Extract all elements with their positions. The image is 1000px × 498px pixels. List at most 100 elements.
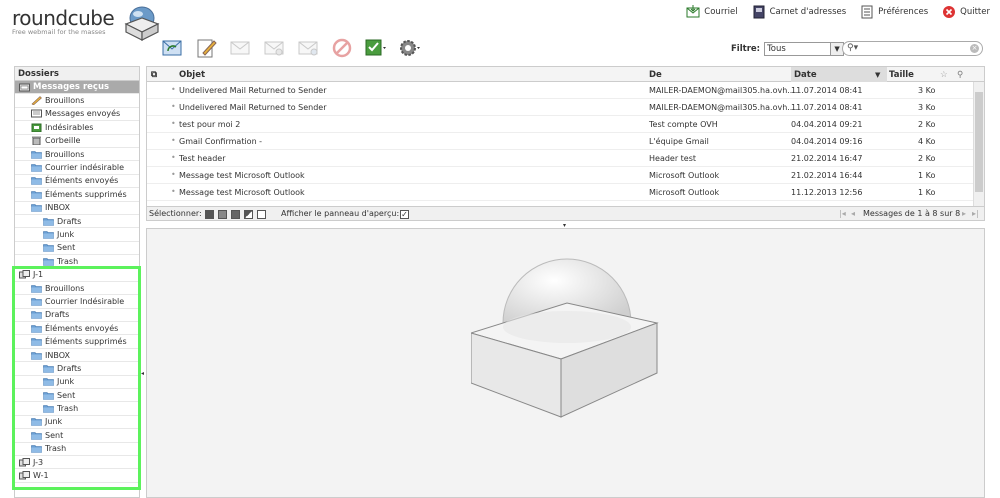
message-date: 11.07.2014 08:41 <box>791 86 863 95</box>
reply-button[interactable] <box>226 36 254 60</box>
folder-item[interactable]: Messages reçus <box>15 81 139 95</box>
folder-icon <box>43 230 57 239</box>
message-size: 3 Ko <box>918 86 936 95</box>
highlight-box <box>12 266 141 490</box>
scrollbar-thumb[interactable] <box>975 92 983 192</box>
message-row[interactable]: • Gmail Confirmation - L'équipe Gmail 04.04… <box>147 133 984 150</box>
column-subject[interactable]: Objet <box>179 70 205 80</box>
folder-item-label: Indésirables <box>45 122 94 132</box>
nav-preferences[interactable]: Préférences <box>860 5 928 19</box>
folder-item[interactable]: Sent <box>15 242 139 256</box>
message-from: MAILER-DAEMON@mail305.ha.ovh.... <box>649 86 798 95</box>
folder-list-title: Dossiers <box>15 67 139 81</box>
message-status-icon: • <box>171 136 176 145</box>
folder-item[interactable]: Corbeille <box>15 135 139 148</box>
filter-control: Filtre: Tous ▼ <box>731 42 845 56</box>
folder-item[interactable]: INBOX <box>15 202 139 215</box>
message-row[interactable]: • Message test Microsoft Outlook Microsoft… <box>147 167 984 184</box>
message-size: 1 Ko <box>918 188 936 197</box>
folder-item[interactable]: Indésirables <box>15 121 139 135</box>
message-status-icon: • <box>171 153 176 162</box>
prev-page-icon[interactable]: ◂ <box>851 209 855 218</box>
next-page-icon[interactable]: ▸ <box>962 209 966 218</box>
message-row[interactable]: • Test header Header test 21.02.2014 16:47 2… <box>147 150 984 167</box>
message-row[interactable]: • Message test Microsoft Outlook Microsoft… <box>147 184 984 201</box>
message-subject: Message test Microsoft Outlook <box>179 171 305 180</box>
message-rows: • Undelivered Mail Returned to Sender MAIL… <box>147 82 984 201</box>
search-icon[interactable]: ⚲▾ <box>847 43 858 53</box>
logout-icon <box>943 6 956 18</box>
list-options-icon[interactable]: ⧉ <box>151 70 157 80</box>
forward-icon <box>298 41 318 56</box>
folder-item-label: Brouillons <box>45 96 85 106</box>
forward-button[interactable] <box>294 36 322 60</box>
search-input[interactable]: ⚲▾ × <box>842 41 983 56</box>
nav-addressbook-label: Carnet d'adresses <box>769 7 847 17</box>
clear-search-icon[interactable]: × <box>970 44 979 53</box>
message-subject: test pour moi 2 <box>179 120 241 129</box>
preview-pane-checkbox[interactable]: ✓ <box>400 210 409 219</box>
folder-item[interactable]: Éléments supprimés <box>15 188 139 202</box>
folder-item-label: Drafts <box>57 216 82 226</box>
folder-item[interactable]: Éléments envoyés <box>15 175 139 189</box>
splitter-vertical-handle[interactable]: ◂ <box>141 370 144 377</box>
sent-icon <box>31 109 45 118</box>
folder-icon <box>31 190 45 199</box>
attachment-icon[interactable]: ⚲ <box>957 70 963 80</box>
preferences-icon <box>861 5 873 19</box>
delete-icon <box>332 38 352 58</box>
message-status-icon: • <box>171 119 176 128</box>
folder-item[interactable]: Junk <box>15 228 139 242</box>
nav-logout[interactable]: Quitter <box>942 5 990 19</box>
folder-item[interactable]: Courrier indésirable <box>15 161 139 175</box>
message-subject: Message test Microsoft Outlook <box>179 188 305 197</box>
message-row[interactable]: • Undelivered Mail Returned to Sender MAIL… <box>147 99 984 116</box>
message-from: Microsoft Outlook <box>649 171 720 180</box>
select-unread-icon[interactable] <box>231 210 240 219</box>
message-status-icon: • <box>171 85 176 94</box>
folder-item[interactable]: Brouillons <box>15 148 139 162</box>
logo: roundcube Free webmail for the masses <box>12 6 160 41</box>
message-date: 04.04.2014 09:16 <box>791 137 863 146</box>
reply-all-icon <box>264 41 284 56</box>
toolbar <box>158 36 424 60</box>
check-mail-button[interactable] <box>158 36 186 60</box>
flag-star-icon[interactable]: ☆ <box>940 70 948 80</box>
reply-all-button[interactable] <box>260 36 288 60</box>
filter-select[interactable]: Tous ▼ <box>764 42 845 56</box>
list-footer: Sélectionner: Afficher le panneau d'aper… <box>146 207 985 221</box>
select-invert-icon[interactable] <box>244 210 253 219</box>
column-size[interactable]: Taille <box>889 70 914 80</box>
compose-button[interactable] <box>192 36 220 60</box>
select-all-icon[interactable] <box>205 210 214 219</box>
nav-mail[interactable]: Courriel <box>686 5 738 19</box>
folder-icon <box>31 203 45 213</box>
message-size: 2 Ko <box>918 154 936 163</box>
message-list-scrollbar[interactable] <box>973 82 984 206</box>
mark-button[interactable] <box>362 36 390 60</box>
trash-icon <box>31 136 45 146</box>
message-status-icon: • <box>171 187 176 196</box>
last-page-icon[interactable]: ▸| <box>972 209 979 218</box>
select-page-icon[interactable] <box>218 210 227 219</box>
message-row[interactable]: • Undelivered Mail Returned to Sender MAIL… <box>147 82 984 99</box>
more-actions-button[interactable] <box>396 36 424 60</box>
delete-button[interactable] <box>328 36 356 60</box>
folder-item[interactable]: Messages envoyés <box>15 108 139 122</box>
first-page-icon[interactable]: |◂ <box>839 209 846 218</box>
message-date: 04.04.2014 09:21 <box>791 120 863 129</box>
nav-addressbook[interactable]: Carnet d'adresses <box>752 5 847 19</box>
folder-item-label: Messages envoyés <box>45 109 121 119</box>
message-row[interactable]: • test pour moi 2 Test compte OVH 04.04.201… <box>147 116 984 133</box>
folder-item[interactable]: Drafts <box>15 215 139 229</box>
folder-item[interactable]: Brouillons <box>15 94 139 108</box>
select-none-icon[interactable] <box>257 210 266 219</box>
folder-item-label: Éléments envoyés <box>45 176 119 186</box>
refresh-mail-icon <box>162 40 182 56</box>
message-status-icon: • <box>171 170 176 179</box>
column-from[interactable]: De <box>649 70 662 80</box>
column-date[interactable]: Date <box>794 70 817 80</box>
folder-icon <box>43 217 57 226</box>
logo-tagline: Free webmail for the masses <box>12 28 106 36</box>
message-size: 2 Ko <box>918 120 936 129</box>
